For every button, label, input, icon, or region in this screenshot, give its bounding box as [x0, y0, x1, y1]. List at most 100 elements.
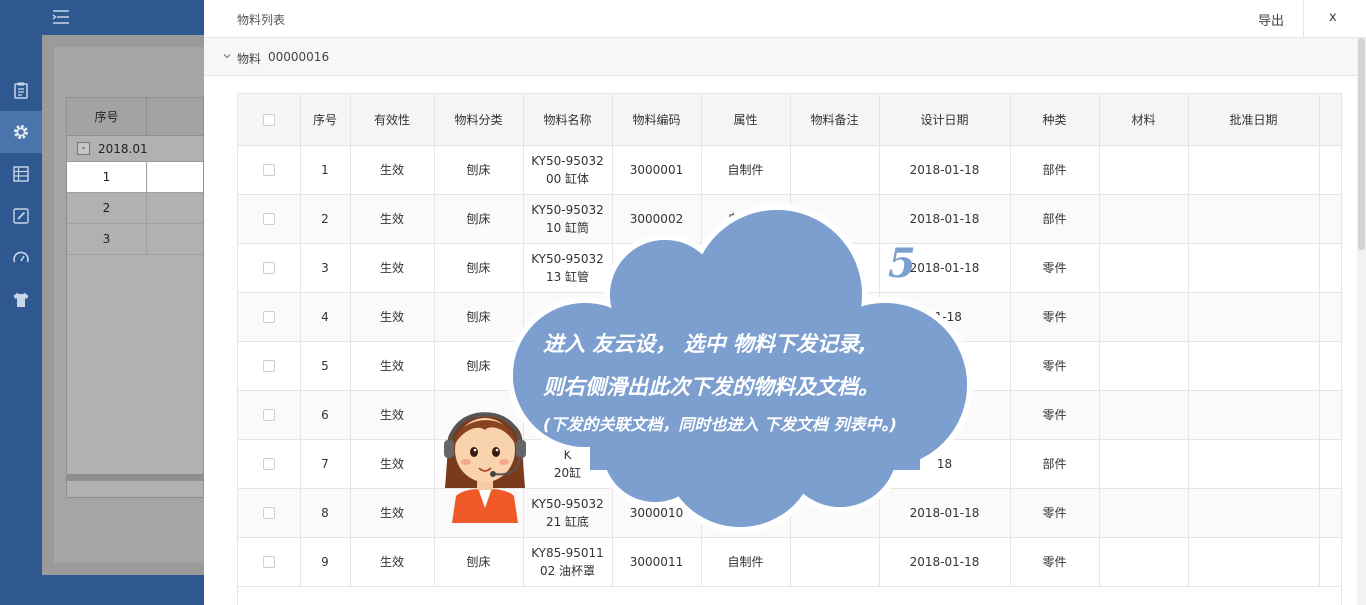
cell-name-line-2: 00 缸体: [545, 171, 590, 186]
cell-kind: 零件: [1010, 292, 1100, 342]
column-header[interactable]: 属性: [701, 94, 791, 146]
cell-validity: 生效: [350, 537, 435, 587]
select-all-checkbox[interactable]: [262, 113, 275, 126]
row-select-cell[interactable]: [238, 145, 301, 195]
grid-row[interactable]: 1: [67, 162, 203, 193]
column-header[interactable]: 序号: [300, 94, 351, 146]
grid-cell: 2: [67, 193, 147, 223]
sidebar-item-clipboard[interactable]: [0, 69, 42, 111]
grid-cell: 3: [67, 224, 147, 254]
cell-no: 1: [300, 145, 351, 195]
close-button[interactable]: x: [1329, 10, 1337, 25]
tutorial-line-2: 则右侧滑出此次下发的物料及文档。: [543, 375, 879, 399]
shirt-icon: [13, 293, 29, 307]
cell-no: 5: [300, 341, 351, 391]
cell-approve-date: [1188, 341, 1320, 391]
cell-category: 刨床: [434, 537, 524, 587]
column-header[interactable]: 物料备注: [790, 94, 880, 146]
cell-no: 6: [300, 390, 351, 440]
sidebar-item-edit[interactable]: [0, 195, 42, 237]
row-select-cell[interactable]: [238, 243, 301, 293]
column-header-extra: [1319, 94, 1341, 146]
step-number: 5: [888, 240, 916, 287]
cell-kind: 部件: [1010, 145, 1100, 195]
scrollbar-thumb[interactable]: [1358, 38, 1365, 250]
chevron-down-icon[interactable]: [222, 51, 232, 61]
grid-header: 序号: [67, 98, 203, 136]
top-bar: [42, 0, 204, 35]
table-row[interactable]: 1 生效 刨床 KY50-95032 00 缸体 3000001 自制件 2018-01-18…: [238, 145, 1341, 195]
column-header[interactable]: 有效性: [350, 94, 435, 146]
sidebar: [0, 0, 42, 605]
speedometer-icon: [13, 251, 29, 263]
row-checkbox[interactable]: [262, 311, 275, 323]
row-select-cell[interactable]: [238, 488, 301, 538]
cell-name: KY50-95032 00 缸体: [523, 145, 613, 195]
grid-row[interactable]: 2: [67, 193, 203, 224]
sidebar-item-dashboard[interactable]: [0, 237, 42, 279]
row-select-cell[interactable]: [238, 537, 301, 587]
cell-no: 8: [300, 488, 351, 538]
sidebar-item-list[interactable]: [0, 153, 42, 195]
cell-design-date: 2018-01-18: [879, 145, 1011, 195]
column-header[interactable]: 材料: [1099, 94, 1189, 146]
tutorial-line-3: (下发的关联文档，同时也进入 下发文档 列表中。): [543, 415, 897, 434]
cell-kind: 零件: [1010, 488, 1100, 538]
row-select-cell[interactable]: [238, 341, 301, 391]
tutorial-overlay: 5 进入 友云设， 选中 物料下发记录, 则右侧滑出此次下发的物料及文档。 (下…: [420, 200, 1020, 540]
grid-group-row[interactable]: - 2018.01: [67, 136, 203, 162]
material-section-header[interactable]: 物料 00000016: [204, 38, 1366, 76]
clipboard-icon: [14, 82, 28, 99]
sidebar-item-apparel[interactable]: [0, 279, 42, 321]
row-checkbox[interactable]: [262, 262, 275, 274]
panel-header: 物料列表 导出 x: [204, 0, 1366, 38]
select-all-cell[interactable]: [238, 94, 301, 146]
cell-attr: 自制件: [701, 145, 791, 195]
sidebar-item-settings[interactable]: [0, 111, 42, 153]
cell-attr: 自制件: [701, 537, 791, 587]
row-checkbox[interactable]: [262, 164, 275, 176]
cell-name: KY85-95011 02 油杯罩: [523, 537, 613, 587]
cell-material: [1099, 194, 1189, 244]
export-button[interactable]: 导出: [1258, 10, 1284, 29]
cell-validity: 生效: [350, 145, 435, 195]
row-select-cell[interactable]: [238, 292, 301, 342]
cell-name-line-2: 02 油杯罩: [539, 563, 596, 578]
row-checkbox[interactable]: [262, 458, 275, 470]
menu-toggle-icon[interactable]: [52, 9, 70, 25]
column-header[interactable]: 物料分类: [434, 94, 524, 146]
row-checkbox[interactable]: [262, 409, 275, 421]
row-checkbox[interactable]: [262, 360, 275, 372]
table-row[interactable]: 9 生效 刨床 KY85-95011 02 油杯罩 3000011 自制件 2018-01-1…: [238, 537, 1341, 587]
cell-extra: [1319, 439, 1341, 489]
grid-row[interactable]: 3: [67, 224, 203, 255]
gear-icon: [14, 125, 28, 139]
collapse-toggle[interactable]: -: [77, 142, 90, 155]
column-header[interactable]: 物料编码: [612, 94, 702, 146]
cell-approve-date: [1188, 292, 1320, 342]
row-checkbox[interactable]: [262, 213, 275, 225]
row-checkbox[interactable]: [262, 556, 275, 568]
table-header-row: 序号 有效性 物料分类 物料名称 物料编码 属性 物料备注 设计日期 种类 材料…: [238, 94, 1341, 146]
column-header[interactable]: 设计日期: [879, 94, 1011, 146]
row-select-cell[interactable]: [238, 390, 301, 440]
cell-extra: [1319, 243, 1341, 293]
grid-cell: 1: [67, 162, 147, 192]
list-icon: [13, 166, 29, 182]
row-checkbox[interactable]: [262, 507, 275, 519]
panel-vscrollbar[interactable]: [1357, 38, 1366, 605]
cell-no: 4: [300, 292, 351, 342]
grid-hscrollbar[interactable]: [67, 474, 205, 481]
cell-name-line-1: KY50-95032: [531, 153, 604, 168]
column-header[interactable]: 批准日期: [1188, 94, 1320, 146]
cell-material: [1099, 145, 1189, 195]
row-select-cell[interactable]: [238, 439, 301, 489]
row-select-cell[interactable]: [238, 194, 301, 244]
background-grid: 序号 - 2018.01 1 2 3: [66, 97, 205, 498]
column-header[interactable]: 种类: [1010, 94, 1100, 146]
cell-material: [1099, 341, 1189, 391]
bottom-bar: [42, 575, 204, 605]
column-header[interactable]: 物料名称: [523, 94, 613, 146]
panel-title: 物料列表: [237, 13, 286, 27]
cell-category: 刨床: [434, 145, 524, 195]
